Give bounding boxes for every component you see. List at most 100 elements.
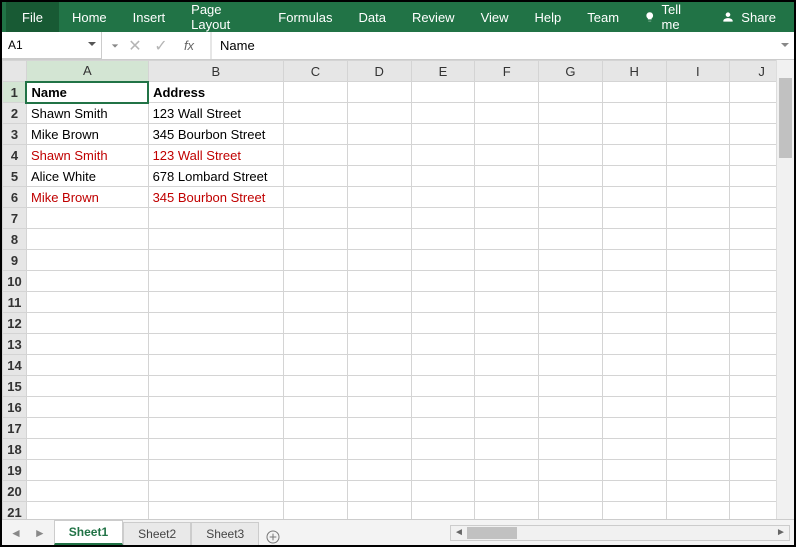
row-header-10[interactable]: 10: [3, 271, 27, 292]
cell-C21[interactable]: [284, 502, 348, 520]
add-sheet-button[interactable]: [259, 529, 287, 545]
row-header-16[interactable]: 16: [3, 397, 27, 418]
cell-E8[interactable]: [411, 229, 475, 250]
cell-F16[interactable]: [475, 397, 539, 418]
tab-team[interactable]: Team: [574, 2, 632, 32]
cell-H21[interactable]: [602, 502, 666, 520]
row-header-13[interactable]: 13: [3, 334, 27, 355]
cell-G15[interactable]: [539, 376, 603, 397]
col-header-E[interactable]: E: [411, 61, 475, 82]
row-header-7[interactable]: 7: [3, 208, 27, 229]
cell-D15[interactable]: [347, 376, 411, 397]
cell-D9[interactable]: [347, 250, 411, 271]
cell-E2[interactable]: [411, 103, 475, 124]
cell-H3[interactable]: [602, 124, 666, 145]
cell-E1[interactable]: [411, 82, 475, 103]
cell-B6[interactable]: 345 Bourbon Street: [148, 187, 284, 208]
row-header-15[interactable]: 15: [3, 376, 27, 397]
cell-I2[interactable]: [666, 103, 730, 124]
sheet-tab-3[interactable]: Sheet3: [191, 522, 259, 545]
cell-D6[interactable]: [347, 187, 411, 208]
cell-B20[interactable]: [148, 481, 284, 502]
cell-C10[interactable]: [284, 271, 348, 292]
cell-E5[interactable]: [411, 166, 475, 187]
horizontal-scrollbar[interactable]: ◄ ►: [450, 525, 790, 541]
cell-E21[interactable]: [411, 502, 475, 520]
name-box[interactable]: A1: [2, 32, 102, 59]
cell-G17[interactable]: [539, 418, 603, 439]
tab-page-layout[interactable]: Page Layout: [178, 2, 265, 32]
tab-data[interactable]: Data: [345, 2, 398, 32]
cell-D2[interactable]: [347, 103, 411, 124]
cell-E17[interactable]: [411, 418, 475, 439]
cell-H20[interactable]: [602, 481, 666, 502]
cell-A16[interactable]: [26, 397, 148, 418]
cell-B3[interactable]: 345 Bourbon Street: [148, 124, 284, 145]
cell-A13[interactable]: [26, 334, 148, 355]
cell-B19[interactable]: [148, 460, 284, 481]
cell-E6[interactable]: [411, 187, 475, 208]
row-header-2[interactable]: 2: [3, 103, 27, 124]
cell-C13[interactable]: [284, 334, 348, 355]
cell-C16[interactable]: [284, 397, 348, 418]
cell-A17[interactable]: [26, 418, 148, 439]
cell-F2[interactable]: [475, 103, 539, 124]
tab-home[interactable]: Home: [59, 2, 120, 32]
cell-D4[interactable]: [347, 145, 411, 166]
cell-F6[interactable]: [475, 187, 539, 208]
sheet-tab-1[interactable]: Sheet1: [54, 520, 123, 545]
cell-A8[interactable]: [26, 229, 148, 250]
cell-A15[interactable]: [26, 376, 148, 397]
row-header-6[interactable]: 6: [3, 187, 27, 208]
cell-F3[interactable]: [475, 124, 539, 145]
cell-I9[interactable]: [666, 250, 730, 271]
cell-G10[interactable]: [539, 271, 603, 292]
cell-G20[interactable]: [539, 481, 603, 502]
tab-formulas[interactable]: Formulas: [265, 2, 345, 32]
row-header-3[interactable]: 3: [3, 124, 27, 145]
cell-G13[interactable]: [539, 334, 603, 355]
cell-E20[interactable]: [411, 481, 475, 502]
cell-B12[interactable]: [148, 313, 284, 334]
cell-G12[interactable]: [539, 313, 603, 334]
cell-I12[interactable]: [666, 313, 730, 334]
cell-I11[interactable]: [666, 292, 730, 313]
cell-F15[interactable]: [475, 376, 539, 397]
row-header-11[interactable]: 11: [3, 292, 27, 313]
cell-F21[interactable]: [475, 502, 539, 520]
cell-H9[interactable]: [602, 250, 666, 271]
cell-D1[interactable]: [347, 82, 411, 103]
cell-H7[interactable]: [602, 208, 666, 229]
tab-insert[interactable]: Insert: [120, 2, 179, 32]
cell-C15[interactable]: [284, 376, 348, 397]
cell-A11[interactable]: [26, 292, 148, 313]
cell-I5[interactable]: [666, 166, 730, 187]
hscroll-thumb[interactable]: [467, 527, 517, 539]
cell-I13[interactable]: [666, 334, 730, 355]
select-all-corner[interactable]: [3, 61, 27, 82]
cell-G9[interactable]: [539, 250, 603, 271]
cell-I7[interactable]: [666, 208, 730, 229]
row-header-19[interactable]: 19: [3, 460, 27, 481]
cell-A1[interactable]: Name: [26, 82, 148, 103]
cell-B14[interactable]: [148, 355, 284, 376]
cell-H18[interactable]: [602, 439, 666, 460]
cell-A2[interactable]: Shawn Smith: [26, 103, 148, 124]
cell-I4[interactable]: [666, 145, 730, 166]
cell-F9[interactable]: [475, 250, 539, 271]
sheet-nav-next-icon[interactable]: ►: [34, 526, 46, 540]
cell-D8[interactable]: [347, 229, 411, 250]
spreadsheet-grid[interactable]: ABCDEFGHIJ1NameAddress2Shawn Smith123 Wa…: [2, 60, 794, 519]
cell-E10[interactable]: [411, 271, 475, 292]
cell-E13[interactable]: [411, 334, 475, 355]
cell-G16[interactable]: [539, 397, 603, 418]
cell-E9[interactable]: [411, 250, 475, 271]
cell-C11[interactable]: [284, 292, 348, 313]
cell-F7[interactable]: [475, 208, 539, 229]
cell-I6[interactable]: [666, 187, 730, 208]
cell-D20[interactable]: [347, 481, 411, 502]
cell-F13[interactable]: [475, 334, 539, 355]
cell-G4[interactable]: [539, 145, 603, 166]
hscroll-right-icon[interactable]: ►: [773, 527, 789, 538]
cell-H5[interactable]: [602, 166, 666, 187]
